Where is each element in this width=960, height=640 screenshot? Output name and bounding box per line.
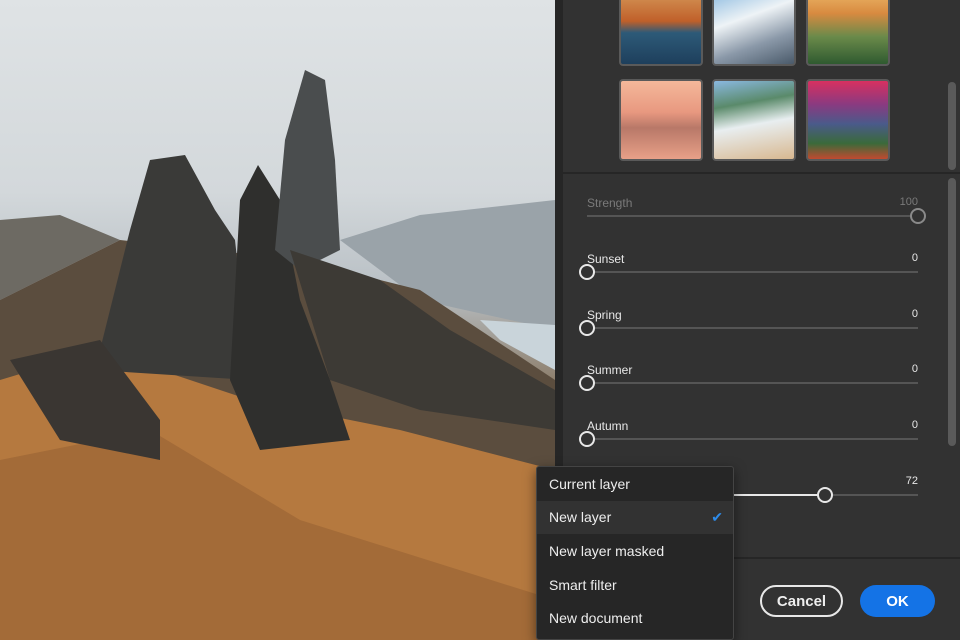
slider-sunset[interactable]: Sunset 0: [579, 252, 918, 292]
slider-value: 100: [899, 196, 918, 208]
slider-track[interactable]: [587, 382, 918, 384]
slider-value: 0: [911, 252, 918, 264]
menu-item-smart-filter[interactable]: Smart filter: [537, 568, 733, 602]
preview-image: [0, 0, 555, 640]
checkmark-icon: ✔: [711, 508, 723, 525]
thumbnail-purple-sunset-ridge[interactable]: [806, 79, 890, 161]
thumbnail-beach-coast[interactable]: [712, 79, 796, 161]
slider-handle[interactable]: [579, 320, 595, 336]
menu-item-label: Smart filter: [549, 576, 617, 593]
slider-track[interactable]: [587, 271, 918, 273]
slider-value: 0: [911, 308, 918, 320]
slider-summer[interactable]: Summer 0: [579, 363, 918, 403]
sliders-scrollbar[interactable]: [948, 178, 956, 446]
slider-track[interactable]: [587, 438, 918, 440]
landscape-photo: [0, 70, 555, 640]
slider-label: Spring: [587, 308, 622, 322]
thumbnail-valley-sunrise[interactable]: [806, 0, 890, 66]
slider-strength[interactable]: Strength 100: [587, 196, 926, 236]
slider-spring[interactable]: Spring 0: [579, 308, 918, 348]
thumbnail-snowy-mountain[interactable]: [712, 0, 796, 66]
slider-handle[interactable]: [579, 431, 595, 447]
slider-handle[interactable]: [579, 375, 595, 391]
slider-label: Sunset: [587, 252, 625, 266]
slider-track[interactable]: [587, 327, 918, 329]
menu-item-label: New document: [549, 610, 643, 627]
menu-item-new-layer[interactable]: New layer ✔: [537, 500, 733, 535]
slider-label: Strength: [587, 196, 633, 210]
slider-autumn[interactable]: Autumn 0: [579, 419, 918, 459]
thumbnails-scrollbar[interactable]: [948, 82, 956, 170]
slider-label: Summer: [587, 363, 633, 377]
divider: [563, 172, 960, 174]
output-dropdown-menu: Current layer New layer ✔ New layer maske…: [536, 466, 734, 640]
ok-button[interactable]: OK: [860, 585, 935, 617]
menu-item-label: Current layer: [549, 475, 630, 492]
slider-value: 72: [905, 475, 918, 487]
thumbnail-pink-misty-lake[interactable]: [619, 79, 703, 161]
slider-value: 0: [911, 363, 918, 375]
menu-item-new-layer-masked[interactable]: New layer masked: [537, 534, 733, 568]
slider-handle[interactable]: [910, 208, 926, 224]
slider-handle[interactable]: [579, 264, 595, 280]
menu-item-label: New layer masked: [549, 542, 665, 559]
slider-handle[interactable]: [817, 487, 834, 503]
slider-track[interactable]: [587, 215, 918, 217]
menu-item-label: New layer: [549, 509, 612, 526]
slider-value: 0: [911, 419, 918, 431]
thumbnail-autumn-lake[interactable]: [619, 0, 703, 66]
menu-item-new-document[interactable]: New document: [537, 601, 733, 635]
cancel-button[interactable]: Cancel: [760, 585, 843, 617]
slider-label: Autumn: [587, 419, 629, 433]
menu-item-current-layer[interactable]: Current layer: [537, 467, 733, 501]
slider-fill: [719, 494, 826, 496]
